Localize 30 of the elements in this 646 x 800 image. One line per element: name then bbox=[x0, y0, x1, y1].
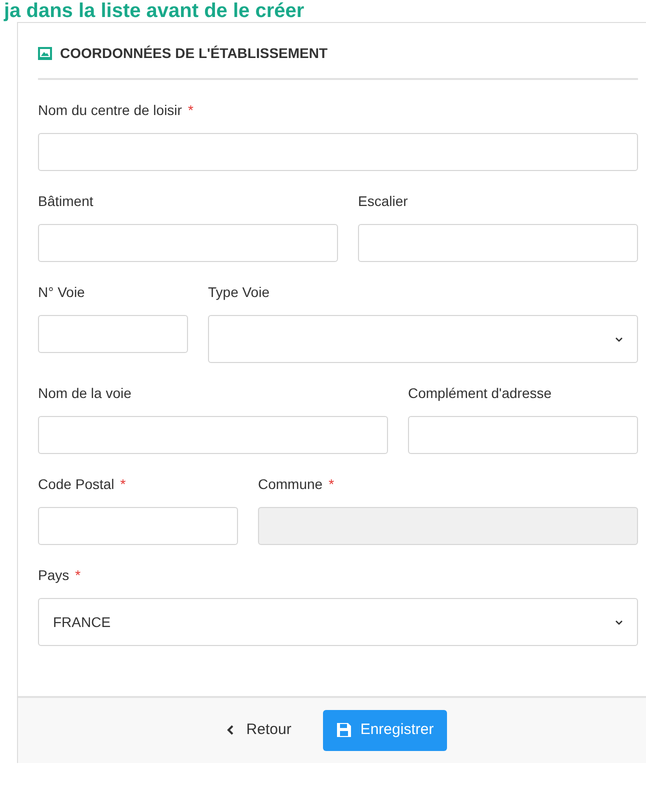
field-label: N° Voie bbox=[38, 284, 85, 300]
required-asterisk: * bbox=[328, 476, 334, 492]
select-field[interactable] bbox=[208, 315, 638, 363]
field-label: Nom de la voie bbox=[38, 385, 132, 401]
field-label: Nom du centre de loisir bbox=[38, 102, 182, 118]
input-field[interactable] bbox=[38, 133, 638, 171]
chevron-left-icon bbox=[227, 725, 234, 736]
required-asterisk: * bbox=[75, 567, 81, 583]
input-field[interactable] bbox=[358, 224, 638, 262]
field-label: Complément d'adresse bbox=[408, 385, 552, 401]
required-asterisk: * bbox=[120, 476, 126, 492]
input-field[interactable] bbox=[408, 416, 638, 454]
input-field[interactable] bbox=[38, 315, 188, 353]
required-asterisk: * bbox=[188, 102, 194, 118]
field-label: Type Voie bbox=[208, 284, 270, 300]
input-field[interactable] bbox=[38, 416, 388, 454]
select-field[interactable]: FRANCE bbox=[38, 598, 638, 646]
field-label: Code Postal bbox=[38, 476, 114, 492]
chevron-down-icon bbox=[615, 336, 623, 342]
image-icon bbox=[38, 47, 52, 60]
chevron-down-icon bbox=[615, 620, 623, 624]
field-label: Bâtiment bbox=[38, 193, 94, 209]
field-label: Pays bbox=[38, 567, 70, 583]
field-label: Escalier bbox=[358, 193, 408, 209]
input-field[interactable] bbox=[38, 224, 338, 262]
banner-text: ja dans la liste avant de le créer bbox=[2, 0, 306, 22]
back-button[interactable]: Retour bbox=[217, 713, 302, 748]
input-field[interactable] bbox=[38, 507, 238, 545]
section-title: COORDONNÉES DE L'ÉTABLISSEMENT bbox=[60, 44, 328, 63]
field-label: Commune bbox=[258, 476, 323, 492]
